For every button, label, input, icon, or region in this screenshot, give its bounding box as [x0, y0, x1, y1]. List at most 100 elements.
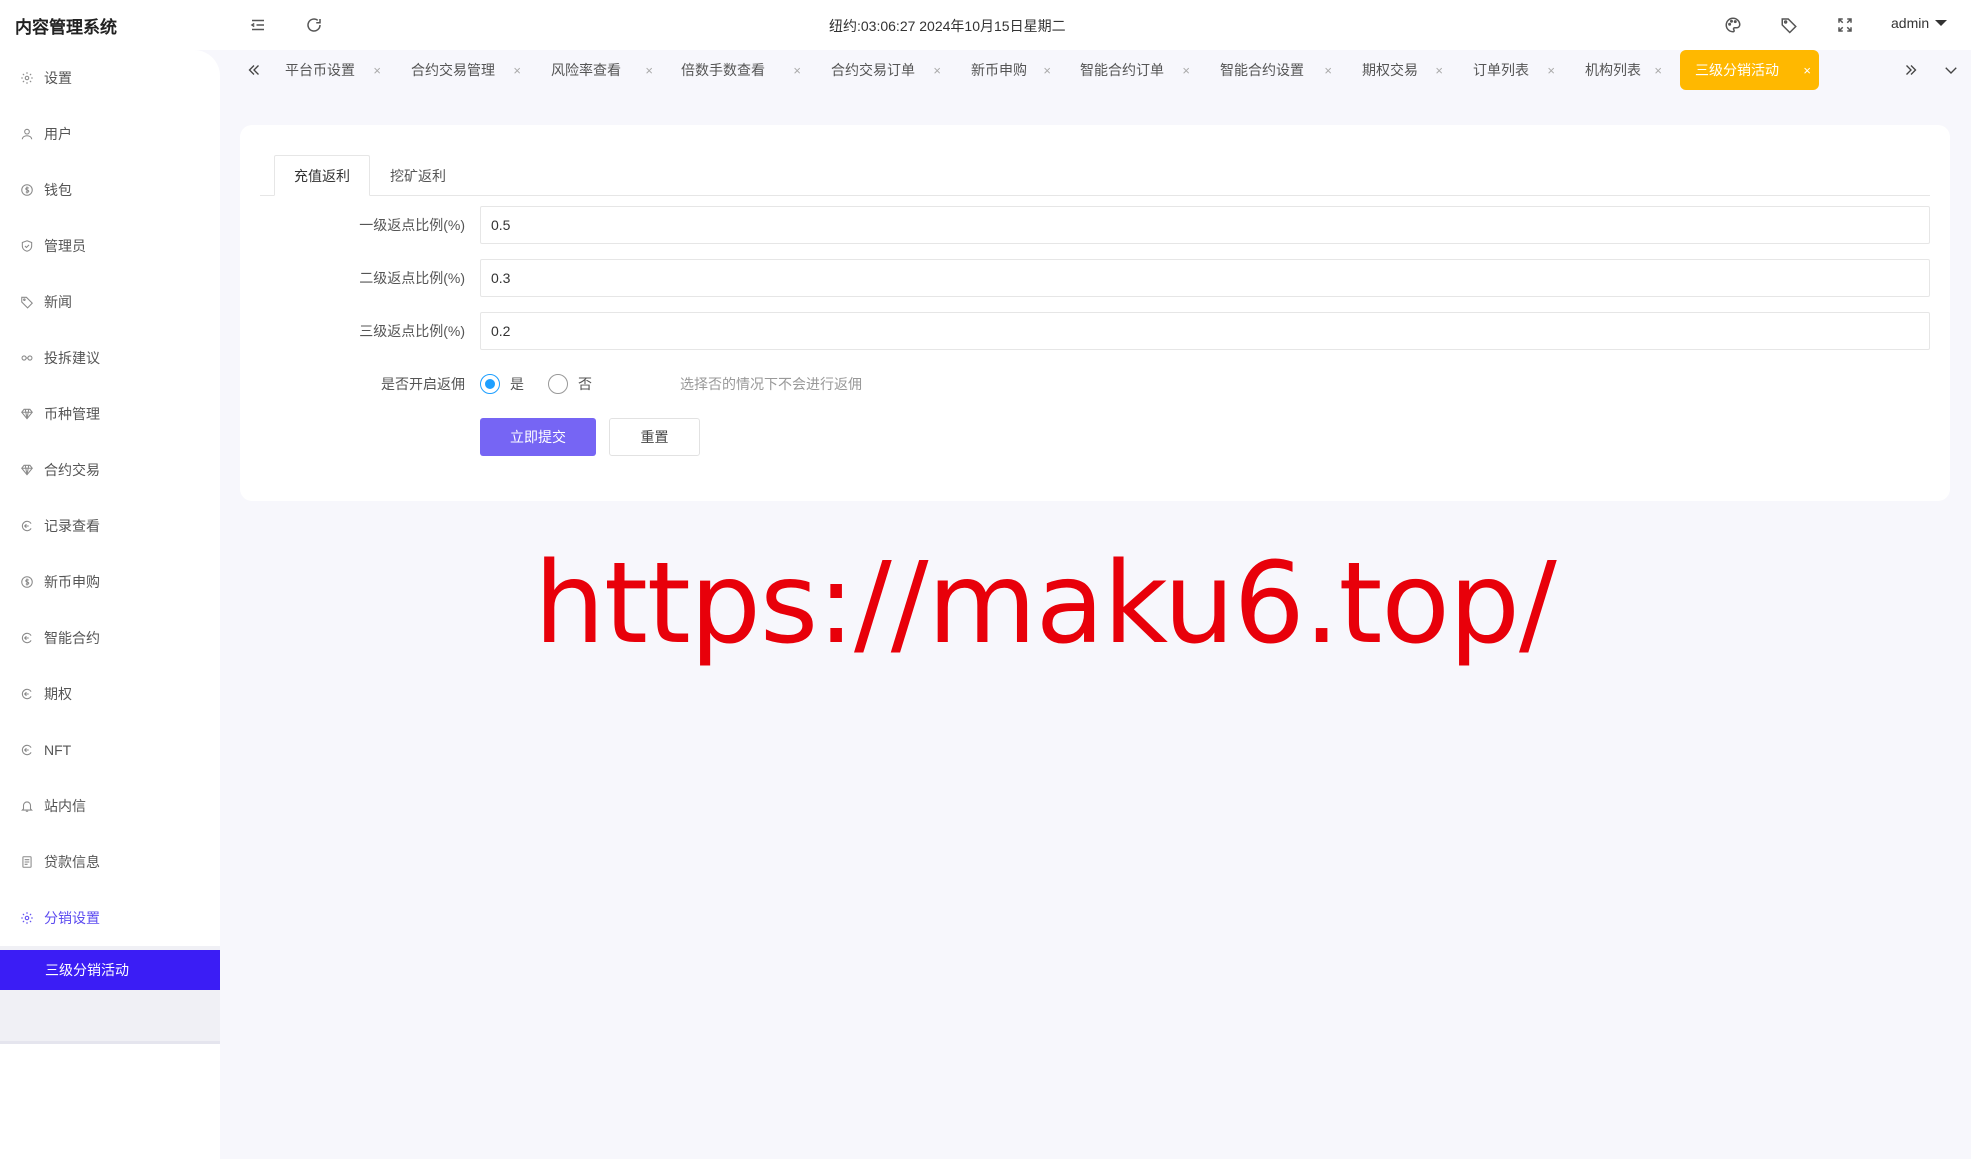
close-icon[interactable]: × [1435, 63, 1443, 78]
dollar-icon [20, 183, 34, 197]
close-icon[interactable]: × [1547, 63, 1555, 78]
form-row-enable-rebate: 是否开启返佣 是 否 选择否的情况下不会进行返佣 [240, 365, 1950, 403]
close-icon[interactable]: × [373, 63, 381, 78]
sidebar-item[interactable]: NFT [0, 735, 220, 765]
sidebar-item-label: 用户 [44, 126, 72, 142]
diamond-icon [20, 407, 34, 421]
tag-icon[interactable] [1777, 13, 1801, 37]
radio-no[interactable]: 否 [548, 365, 592, 403]
sidebar-item[interactable]: 钱包 [0, 175, 220, 205]
collapse-menu-icon[interactable] [246, 13, 270, 37]
close-icon[interactable]: × [793, 63, 801, 78]
diamond-icon [20, 463, 34, 477]
tab-label: 倍数手数查看 [681, 62, 765, 78]
bell-icon [20, 799, 34, 813]
tab[interactable]: 新币申购 × [959, 50, 1059, 90]
sidebar-item[interactable]: 期权 [0, 679, 220, 709]
level3-rate-label: 三级返点比例(%) [359, 323, 465, 339]
theme-palette-icon[interactable] [1721, 13, 1745, 37]
sidebar-item[interactable]: 分销设置 [0, 903, 220, 933]
refresh-icon[interactable] [302, 13, 326, 37]
sidebar-subitem-three-level-distribution[interactable]: 三级分销活动 [0, 950, 220, 990]
tab[interactable]: 智能合约订单 × [1068, 50, 1198, 90]
sidebar-item[interactable]: 币种管理 [0, 399, 220, 429]
sidebar-item[interactable]: 智能合约 [0, 623, 220, 653]
level3-rate-input[interactable] [480, 312, 1930, 350]
close-icon[interactable]: × [1043, 63, 1051, 78]
form-row-level3: 三级返点比例(%) [240, 312, 1950, 350]
enable-rebate-label: 是否开启返佣 [381, 376, 465, 392]
tab-label: 期权交易 [1362, 62, 1418, 78]
radio-yes[interactable]: 是 [480, 365, 524, 403]
close-icon[interactable]: × [1182, 63, 1190, 78]
radio-unchecked-icon [548, 374, 568, 394]
username: admin [1891, 15, 1930, 31]
app-title: 内容管理系统 [15, 18, 117, 37]
tab-scroll-left-icon[interactable] [242, 58, 266, 82]
sidebar-item-label: 新闻 [44, 294, 72, 310]
settings-card: 充值返利 挖矿返利 一级返点比例(%) 二级返点比例(%) 三级返点比例(%) … [240, 125, 1950, 501]
tab[interactable]: 订单列表 × [1461, 50, 1563, 90]
user-icon [20, 127, 34, 141]
radio-yes-label: 是 [510, 376, 524, 392]
sidebar-item-label: NFT [44, 742, 72, 758]
tab[interactable]: 平台币设置 × [273, 50, 389, 90]
sidebar-item[interactable]: 投拆建议 [0, 343, 220, 373]
gear-icon [20, 911, 34, 925]
document-icon [20, 855, 34, 869]
sidebar-item[interactable]: 贷款信息 [0, 847, 220, 877]
tab-label: 三级分销活动 [1695, 62, 1779, 78]
fullscreen-icon[interactable] [1833, 13, 1857, 37]
tab-label: 风险率查看 [551, 62, 621, 78]
close-icon[interactable]: × [933, 63, 941, 78]
sidebar-item[interactable]: 合约交易 [0, 455, 220, 485]
level1-rate-input[interactable] [480, 206, 1930, 244]
tab[interactable]: 机构列表 × [1573, 50, 1670, 90]
level2-rate-input[interactable] [480, 259, 1930, 297]
sidebar-item[interactable]: 管理员 [0, 231, 220, 261]
tab[interactable]: 风险率查看 × [539, 50, 661, 90]
tab[interactable]: 倍数手数查看 × [669, 50, 809, 90]
caret-down-icon [1935, 20, 1948, 26]
radio-no-label: 否 [578, 376, 592, 392]
tab-scroll-right-icon[interactable] [1899, 58, 1923, 82]
sidebar-item[interactable]: 设置 [0, 63, 220, 93]
submit-button[interactable]: 立即提交 [480, 418, 596, 456]
circle-arrow-icon [20, 743, 34, 757]
sidebar-item-label: 记录查看 [44, 518, 100, 534]
radio-checked-icon [480, 374, 500, 394]
reset-button[interactable]: 重置 [609, 418, 700, 456]
sidebar-item[interactable]: 记录查看 [0, 511, 220, 541]
circle-arrow-icon [20, 519, 34, 533]
tab-label: 智能合约设置 [1220, 62, 1304, 78]
level1-rate-label: 一级返点比例(%) [359, 217, 465, 233]
sidebar-item[interactable]: 新币申购 [0, 567, 220, 597]
sidebar-item[interactable]: 用户 [0, 119, 220, 149]
tab-label: 平台币设置 [285, 62, 355, 78]
sidebar-item-label: 站内信 [44, 798, 86, 814]
clock-display: 纽约:03:06:27 2024年10月15日星期二 [829, 18, 1066, 34]
user-menu[interactable]: admin [1891, 15, 1948, 31]
close-icon[interactable]: × [1324, 63, 1332, 78]
close-icon[interactable]: × [1654, 63, 1662, 78]
link-icon [20, 351, 34, 365]
tab-menu-chevron-down-icon[interactable] [1939, 58, 1963, 82]
sidebar [0, 50, 220, 1159]
close-icon[interactable]: × [513, 63, 521, 78]
sidebar-item-label: 设置 [44, 70, 72, 86]
close-icon[interactable]: × [1803, 63, 1811, 78]
tab-recharge-rebate[interactable]: 充值返利 [274, 155, 370, 196]
gear-icon [20, 71, 34, 85]
tab[interactable]: 三级分销活动 × [1680, 50, 1819, 90]
level2-rate-label: 二级返点比例(%) [359, 270, 465, 286]
tab[interactable]: 期权交易 × [1350, 50, 1451, 90]
sidebar-item[interactable]: 新闻 [0, 287, 220, 317]
sidebar-item-label: 钱包 [44, 182, 72, 198]
tab[interactable]: 合约交易订单 × [819, 50, 949, 90]
tab-mining-rebate[interactable]: 挖矿返利 [371, 155, 465, 196]
sidebar-item-label: 贷款信息 [44, 854, 100, 870]
sidebar-item[interactable]: 站内信 [0, 791, 220, 821]
tab[interactable]: 合约交易管理 × [399, 50, 529, 90]
close-icon[interactable]: × [645, 63, 653, 78]
tab[interactable]: 智能合约设置 × [1208, 50, 1340, 90]
